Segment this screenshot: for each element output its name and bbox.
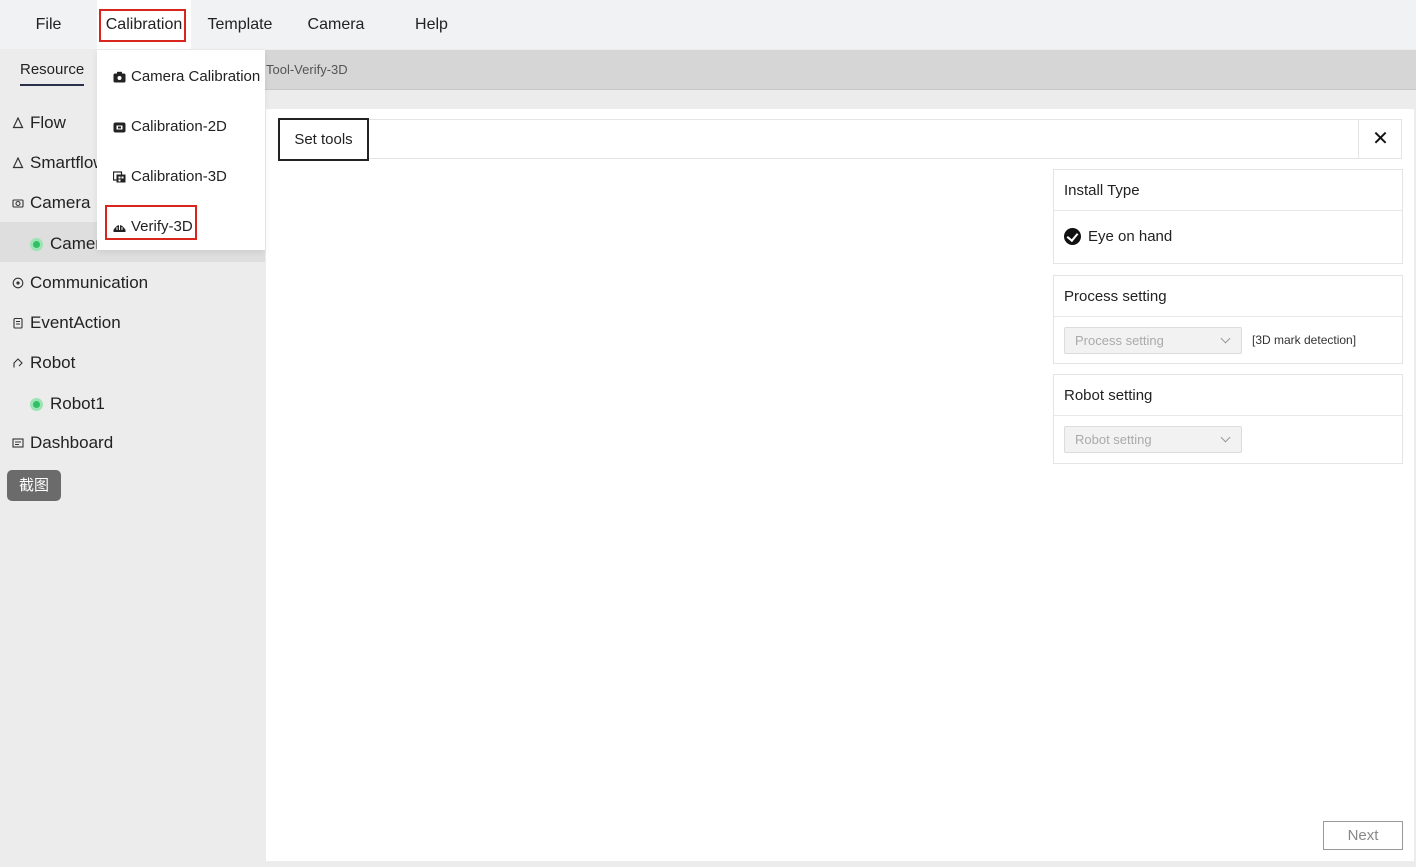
sidebar-item-camera[interactable]: Camera — [12, 190, 90, 216]
breadcrumb-bar: Tool-Verify-3D — [246, 50, 1416, 90]
sidebar-item-communication[interactable]: Communication — [12, 270, 148, 296]
process-setting-title: Process setting — [1054, 276, 1402, 317]
next-button[interactable]: Next — [1323, 821, 1403, 850]
menu-item-calibration-2d[interactable]: Calibration-2D — [97, 101, 265, 151]
sidebar-item-robot1[interactable]: Robot1 — [30, 391, 105, 417]
menu-file[interactable]: File — [0, 0, 97, 49]
calibration-dropdown: Camera Calibration Calibration-2D Calibr… — [97, 50, 265, 250]
communication-icon — [12, 277, 24, 289]
menu-item-label: Camera Calibration — [131, 67, 261, 85]
menu-item-calibration-3d[interactable]: Calibration-3D — [97, 151, 265, 201]
sidebar-item-smartflow[interactable]: Smartflow — [12, 150, 106, 176]
process-setting-placeholder: Process setting — [1075, 333, 1164, 348]
sidebar-item-eventaction[interactable]: EventAction — [12, 310, 121, 336]
menu-item-label: Calibration-3D — [131, 167, 227, 185]
calibration-highlight-box — [99, 9, 186, 42]
camera-calib-icon — [113, 70, 126, 83]
flow-icon — [12, 117, 24, 129]
sidebar-item-label: Flow — [30, 113, 66, 132]
breadcrumb: Tool-Verify-3D — [266, 62, 348, 77]
verify-3d-highlight-box — [105, 205, 197, 240]
close-icon[interactable]: ✕ — [1358, 119, 1402, 159]
install-type-card: Install Type Eye on hand — [1053, 169, 1403, 264]
sidebar-item-label: Robot1 — [50, 394, 105, 413]
sidebar-item-dashboard[interactable]: Dashboard — [12, 430, 113, 456]
sidebar-item-label: Camera — [30, 193, 91, 212]
menu-item-camera-calibration[interactable]: Camera Calibration — [97, 51, 265, 101]
radio-checked-icon[interactable] — [1064, 228, 1081, 245]
main-panel: Set tools ✕ Install Type Eye on hand Pro… — [266, 109, 1414, 861]
status-dot-icon — [30, 237, 43, 251]
install-type-title: Install Type — [1054, 170, 1402, 211]
sidebar-item-label: EventAction — [30, 313, 121, 332]
sidebar-item-label: Smartflow — [30, 153, 106, 172]
tool-toolbar: Set tools ✕ — [278, 118, 1402, 161]
robot-setting-title: Robot setting — [1054, 375, 1402, 416]
chevron-down-icon — [1220, 333, 1231, 344]
sidebar-item-label: Dashboard — [30, 433, 114, 452]
event-action-icon — [12, 317, 24, 329]
menu-bar: File Calibration Template Camera Help — [0, 0, 1416, 49]
robot-setting-placeholder: Robot setting — [1075, 432, 1152, 447]
smartflow-icon — [12, 157, 24, 169]
process-setting-card: Process setting Process setting [3D mark… — [1053, 275, 1403, 364]
chevron-down-icon — [1220, 432, 1231, 443]
robot-setting-card: Robot setting Robot setting — [1053, 374, 1403, 464]
robot-icon — [12, 357, 24, 369]
dashboard-icon — [12, 437, 24, 449]
calib-2d-icon — [113, 120, 126, 133]
eye-on-hand-label[interactable]: Eye on hand — [1088, 228, 1172, 245]
process-setting-select[interactable]: Process setting — [1064, 327, 1242, 354]
status-dot-icon — [30, 397, 43, 411]
sidebar-item-flow[interactable]: Flow — [12, 110, 66, 136]
menu-camera[interactable]: Camera — [289, 0, 383, 49]
menu-help[interactable]: Help — [383, 0, 480, 49]
sidebar-item-label: Communication — [30, 273, 149, 292]
camera-icon — [12, 197, 24, 209]
tab-resource[interactable]: Resource — [20, 61, 85, 86]
sidebar-item-robot[interactable]: Robot — [12, 350, 75, 376]
sidebar-item-label: Robot — [30, 353, 76, 372]
menu-item-label: Calibration-2D — [131, 117, 227, 135]
menu-template[interactable]: Template — [191, 0, 289, 49]
calib-3d-icon — [112, 170, 126, 183]
screenshot-button[interactable]: 截图 — [7, 470, 61, 501]
process-note: [3D mark detection] — [1252, 333, 1357, 347]
robot-setting-select[interactable]: Robot setting — [1064, 426, 1242, 453]
set-tools-tab[interactable]: Set tools — [278, 118, 369, 161]
